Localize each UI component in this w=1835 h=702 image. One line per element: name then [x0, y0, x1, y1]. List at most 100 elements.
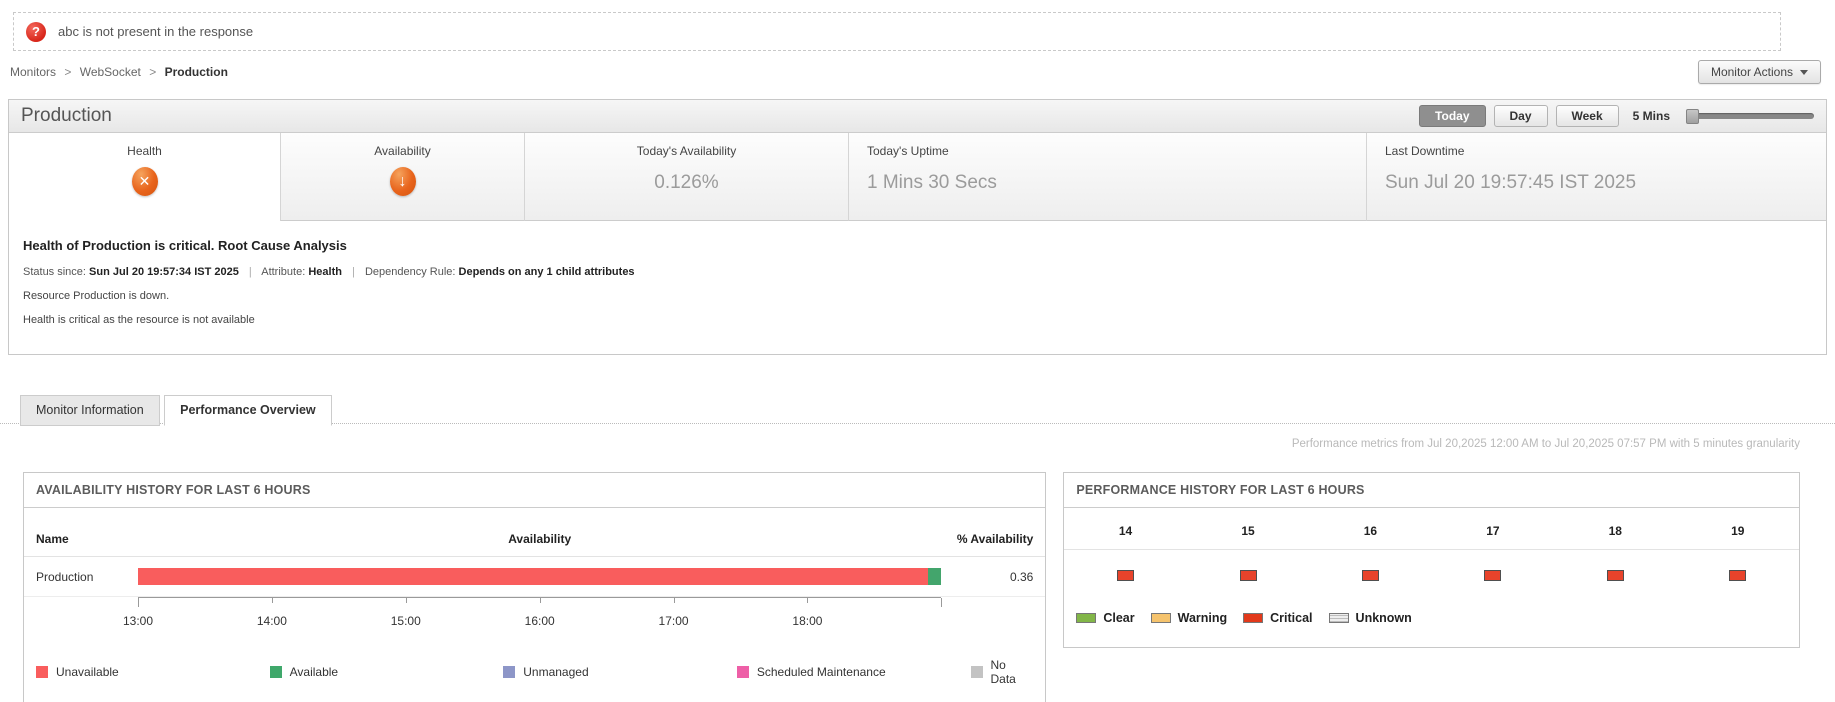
performance-status-row	[1064, 550, 1799, 603]
alert-message: abc is not present in the response	[58, 24, 254, 39]
axis-tick-label: 14:00	[256, 614, 287, 628]
breadcrumb-row: Monitors > WebSocket > Production Monito…	[10, 59, 1821, 85]
status-square-critical[interactable]	[1239, 570, 1257, 581]
metrics-note: Performance metrics from Jul 20,2025 12:…	[1291, 438, 1800, 450]
hour-label: 19	[1731, 524, 1745, 538]
legend-item-critical: Critical	[1243, 611, 1313, 625]
time-range-controls: Today Day Week 5 Mins	[1419, 105, 1814, 127]
status-card-todays-availability[interactable]: Today's Availability 0.126%	[524, 133, 848, 221]
rca-title: Health of Production is critical. Root C…	[23, 238, 347, 253]
attribute-value: Health	[308, 266, 342, 278]
bar-segment-unavailable[interactable]	[138, 568, 929, 585]
charts-row: AVAILABILITY HISTORY FOR LAST 6 HOURS Na…	[23, 472, 1800, 702]
slider-handle[interactable]	[1686, 109, 1699, 124]
status-square-critical[interactable]	[1484, 570, 1502, 581]
legend-item-unavailable: Unavailable	[36, 658, 270, 686]
dependency-rule-label: Dependency Rule:	[364, 266, 456, 278]
todays-uptime-value: 1 Mins 30 Secs	[867, 172, 997, 193]
legend-swatch	[1243, 613, 1264, 623]
breadcrumb: Monitors > WebSocket > Production	[10, 65, 228, 79]
status-since-value: Sun Jul 20 19:57:34 IST 2025	[89, 266, 239, 278]
performance-legend: Clear Warning Critical Unknown	[1064, 603, 1799, 647]
availability-table-header: Name Availability % Availability	[24, 508, 1046, 557]
granularity-label: 5 Mins	[1632, 109, 1670, 123]
status-square-critical[interactable]	[1117, 570, 1135, 581]
legend-swatch	[36, 666, 48, 678]
alert-banner: ? abc is not present in the response	[13, 12, 1781, 51]
tab-performance-overview[interactable]: Performance Overview	[164, 395, 332, 426]
breadcrumb-websocket[interactable]: WebSocket	[80, 65, 141, 79]
availability-panel-title: AVAILABILITY HISTORY FOR LAST 6 HOURS	[24, 473, 1046, 508]
column-availability: Availability	[508, 532, 572, 546]
rca-detail-line: Resource Production is down.	[23, 290, 170, 302]
axis-tick-label: 13:00	[122, 614, 154, 628]
axis-tick-label: 16:00	[524, 614, 555, 628]
table-row: Production 0.36	[24, 557, 1046, 597]
hour-label: 17	[1486, 524, 1500, 538]
status-since-label: Status since:	[23, 266, 86, 278]
legend-item-scheduled-maintenance: Scheduled Maintenance	[736, 658, 971, 686]
slider-track	[1686, 113, 1814, 119]
status-card-last-downtime[interactable]: Last Downtime Sun Jul 20 19:57:45 IST 20…	[1366, 133, 1826, 221]
performance-hours-header: 14 15 16 17 18 19	[1064, 508, 1799, 550]
status-square-critical[interactable]	[1729, 570, 1747, 581]
rca-detail-line: Health is critical as the resource is no…	[23, 314, 255, 326]
critical-x-icon: ✕	[131, 167, 158, 196]
range-button-week[interactable]: Week	[1555, 105, 1619, 127]
page-title: Production	[21, 105, 112, 126]
granularity-slider[interactable]	[1686, 108, 1814, 124]
breadcrumb-separator: >	[64, 65, 72, 79]
axis-tick-label: 17:00	[658, 614, 689, 628]
time-axis-ruler	[138, 597, 943, 607]
range-button-day[interactable]: Day	[1493, 105, 1548, 127]
availability-label: Availability	[374, 144, 431, 158]
breadcrumb-separator: >	[149, 65, 157, 79]
legend-item-unmanaged: Unmanaged	[503, 658, 737, 686]
status-card-todays-uptime[interactable]: Today's Uptime 1 Mins 30 Secs	[848, 133, 1366, 221]
todays-availability-label: Today's Availability	[636, 144, 737, 158]
hour-label: 14	[1118, 524, 1133, 538]
legend-item-unknown: Unknown	[1328, 611, 1412, 625]
status-cards-row: Health ✕ Availability ↓ Today's Availabi…	[9, 133, 1826, 221]
attribute-label: Attribute:	[261, 266, 306, 278]
legend-item-clear: Clear	[1076, 611, 1135, 625]
legend-swatch	[736, 666, 749, 678]
legend-swatch	[1328, 613, 1349, 623]
todays-uptime-label: Today's Uptime	[867, 144, 949, 158]
question-mark-icon: ?	[26, 21, 46, 42]
range-button-today[interactable]: Today	[1419, 105, 1486, 127]
row-percent-value: 0.36	[1009, 569, 1034, 584]
status-card-availability[interactable]: Availability ↓	[280, 133, 524, 221]
last-downtime-value: Sun Jul 20 19:57:45 IST 2025	[1385, 172, 1637, 193]
legend-swatch	[269, 666, 282, 678]
todays-availability-value: 0.126%	[654, 172, 719, 193]
last-downtime-label: Last Downtime	[1385, 144, 1465, 158]
legend-item-no-data: No Data	[970, 658, 1034, 686]
tab-monitor-information[interactable]: Monitor Information	[20, 395, 160, 426]
hour-label: 18	[1608, 524, 1622, 538]
status-card-health[interactable]: Health ✕	[9, 133, 280, 221]
monitor-actions-button[interactable]: Monitor Actions	[1697, 60, 1821, 84]
health-label: Health	[127, 144, 162, 158]
monitor-header: Production Today Day Week 5 Mins	[9, 100, 1826, 133]
column-name: Name	[36, 532, 69, 546]
availability-legend: Unavailable Available Unmanaged Schedule…	[24, 638, 1045, 702]
monitor-panel: Production Today Day Week 5 Mins Health …	[8, 99, 1827, 355]
time-axis-labels: 13:00 14:00 15:00 16:00 17:00 18:00	[123, 614, 941, 632]
rca-meta: Status since: Sun Jul 20 19:57:34 IST 20…	[23, 266, 635, 278]
status-square-critical[interactable]	[1606, 570, 1624, 581]
axis-tick-label: 15:00	[390, 614, 421, 628]
bar-segment-available[interactable]	[928, 568, 942, 585]
tab-bar: Monitor Information Performance Overview	[0, 395, 1835, 426]
legend-swatch	[503, 666, 516, 678]
legend-item-available: Available	[269, 658, 504, 686]
availability-axis: 13:00 14:00 15:00 16:00 17:00 18:00	[24, 597, 1045, 638]
breadcrumb-monitors[interactable]: Monitors	[10, 65, 56, 79]
performance-panel-title: PERFORMANCE HISTORY FOR LAST 6 HOURS	[1064, 473, 1799, 508]
legend-swatch	[970, 666, 983, 678]
legend-item-warning: Warning	[1150, 611, 1227, 625]
legend-swatch	[1076, 613, 1097, 623]
row-monitor-name: Production	[36, 569, 94, 584]
availability-bar[interactable]	[138, 568, 942, 585]
status-square-critical[interactable]	[1361, 570, 1379, 581]
